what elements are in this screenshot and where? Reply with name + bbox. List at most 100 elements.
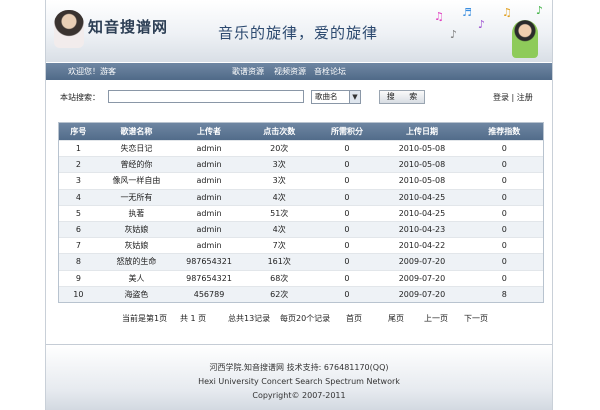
cell-points: 0 xyxy=(315,253,379,270)
search-type-select[interactable]: 歌曲名 ▼ xyxy=(311,90,361,104)
cell-title[interactable]: 灰姑娘 xyxy=(97,237,176,254)
cell-rating: 0 xyxy=(465,204,543,222)
cell-clicks: 3次 xyxy=(242,172,316,190)
cell-clicks: 4次 xyxy=(242,188,316,206)
pagination: 当前是第1页 共 1 页 总共13记录 每页20个记录 首页 尾页 上一页 下一… xyxy=(46,313,552,325)
search-button[interactable]: 搜 索 xyxy=(379,90,425,104)
cell-clicks: 4次 xyxy=(242,220,316,238)
cell-uploader: admin xyxy=(175,220,243,238)
table-row: 7 灰姑娘 admin 7次 0 2010-04-22 0 xyxy=(59,237,543,254)
auth-links: 登录 | 注册 xyxy=(493,89,533,107)
cell-uploader: 987654321 xyxy=(175,253,243,270)
cell-title[interactable]: 像风一样自由 xyxy=(97,172,176,190)
pager-total-pages: 共 1 页 xyxy=(180,314,207,323)
music-note-icon: ♪ xyxy=(536,4,544,17)
cell-index: 2 xyxy=(59,156,98,173)
cell-title[interactable]: 曾经的你 xyxy=(97,156,176,173)
cell-rating: 0 xyxy=(465,253,543,270)
cell-points: 0 xyxy=(315,172,379,190)
mascot-child-icon xyxy=(512,20,538,58)
nav-link-forum[interactable]: 音栓论坛 xyxy=(314,63,346,80)
cell-points: 0 xyxy=(315,139,379,157)
pager-per-page: 每页20个记录 xyxy=(280,314,331,323)
table-row: 3 像风一样自由 admin 3次 0 2010-05-08 0 xyxy=(59,172,543,190)
site-footer: 河西学院.知音搜谱网 技术支持: 676481170(QQ) Hexi Univ… xyxy=(46,345,552,410)
cell-points: 0 xyxy=(315,269,379,287)
cell-uploader: admin xyxy=(175,139,243,157)
pager-prev-link[interactable]: 上一页 xyxy=(424,313,448,324)
cell-uploader: admin xyxy=(175,237,243,254)
column-header: 点击次数 xyxy=(242,123,316,141)
cell-points: 0 xyxy=(315,285,379,302)
cell-date: 2010-04-25 xyxy=(378,188,466,206)
cell-date: 2010-04-22 xyxy=(378,237,466,254)
table-row: 6 灰姑娘 admin 4次 0 2010-04-23 0 xyxy=(59,220,543,238)
column-header: 所需积分 xyxy=(315,123,379,141)
nav-link-sheet-music[interactable]: 歌谱资源 xyxy=(232,63,264,80)
footer-site-info: 河西学院.知音搜谱网 技术支持: 676481170(QQ) xyxy=(209,363,389,372)
cell-date: 2009-07-20 xyxy=(378,269,466,287)
footer-copyright: Copyright© 2007-2011 xyxy=(252,391,346,400)
cell-title[interactable]: 海盗色 xyxy=(97,285,176,302)
cell-index: 3 xyxy=(59,172,98,190)
page-container: 知音搜谱网 音乐的旋律，爱的旋律 ♫ ♪ ♬ ♪ ♫ ♪ 欢迎您！游客 歌谱资源… xyxy=(45,0,553,410)
cell-uploader: admin xyxy=(175,188,243,206)
cell-rating: 0 xyxy=(465,172,543,190)
cell-rating: 0 xyxy=(465,188,543,206)
music-note-icon: ♫ xyxy=(502,6,512,19)
cell-index: 1 xyxy=(59,139,98,157)
cell-clicks: 62次 xyxy=(242,285,316,302)
song-table: 序号 歌谱名称 上传者 点击次数 所需积分 上传日期 推荐指数 1 失恋日记 a… xyxy=(59,123,543,302)
music-note-icon: ♫ xyxy=(434,10,444,23)
cell-clicks: 51次 xyxy=(242,204,316,222)
pager-next-link[interactable]: 下一页 xyxy=(464,313,488,324)
cell-index: 7 xyxy=(59,237,98,254)
login-link[interactable]: 登录 xyxy=(493,93,509,102)
table-row: 5 执著 admin 51次 0 2010-04-25 0 xyxy=(59,204,543,222)
cell-clicks: 161次 xyxy=(242,253,316,270)
cell-date: 2009-07-20 xyxy=(378,285,466,302)
table-row: 2 曾经的你 admin 3次 0 2010-05-08 0 xyxy=(59,156,543,173)
cell-uploader: admin xyxy=(175,172,243,190)
cell-clicks: 20次 xyxy=(242,139,316,157)
cell-title[interactable]: 一无所有 xyxy=(97,188,176,206)
cell-uploader: admin xyxy=(175,204,243,222)
cell-uploader: 456789 xyxy=(175,285,243,302)
cell-title[interactable]: 美人 xyxy=(97,269,176,287)
nav-link-videos[interactable]: 视频资源 xyxy=(274,63,306,80)
cell-date: 2010-04-23 xyxy=(378,220,466,238)
cell-points: 0 xyxy=(315,156,379,173)
cell-clicks: 3次 xyxy=(242,156,316,173)
table-row: 10 海盗色 456789 62次 0 2009-07-20 8 xyxy=(59,285,543,302)
column-header: 歌谱名称 xyxy=(97,123,176,141)
pager-first-link[interactable]: 首页 xyxy=(346,313,362,324)
cell-uploader: admin xyxy=(175,156,243,173)
cell-rating: 0 xyxy=(465,220,543,238)
pager-total-records: 总共13记录 xyxy=(228,314,271,323)
cell-index: 5 xyxy=(59,204,98,222)
music-note-icon: ♪ xyxy=(450,28,458,41)
cell-date: 2010-05-08 xyxy=(378,139,466,157)
auth-separator: | xyxy=(511,93,515,102)
cell-points: 0 xyxy=(315,204,379,222)
column-header: 推荐指数 xyxy=(465,123,543,141)
search-label: 本站搜索： xyxy=(60,93,100,102)
cell-uploader: 987654321 xyxy=(175,269,243,287)
cell-points: 0 xyxy=(315,220,379,238)
chevron-down-icon[interactable]: ▼ xyxy=(349,91,360,103)
site-logo-text[interactable]: 知音搜谱网 xyxy=(88,16,168,37)
cell-title[interactable]: 失恋日记 xyxy=(97,139,176,157)
cell-index: 9 xyxy=(59,269,98,287)
pager-last-link[interactable]: 尾页 xyxy=(388,313,404,324)
cell-title[interactable]: 灰姑娘 xyxy=(97,220,176,238)
cell-rating: 8 xyxy=(465,285,543,302)
nav-bar: 欢迎您！游客 歌谱资源 视频资源 音栓论坛 xyxy=(46,63,552,80)
column-header: 上传者 xyxy=(175,123,243,141)
pager-current: 当前是第1页 xyxy=(122,314,168,323)
cell-index: 6 xyxy=(59,220,98,238)
search-type-value: 歌曲名 xyxy=(315,92,338,101)
cell-title[interactable]: 怒放的生命 xyxy=(97,253,176,270)
register-link[interactable]: 注册 xyxy=(517,93,533,102)
search-input[interactable] xyxy=(108,90,304,103)
cell-title[interactable]: 执著 xyxy=(97,204,176,222)
